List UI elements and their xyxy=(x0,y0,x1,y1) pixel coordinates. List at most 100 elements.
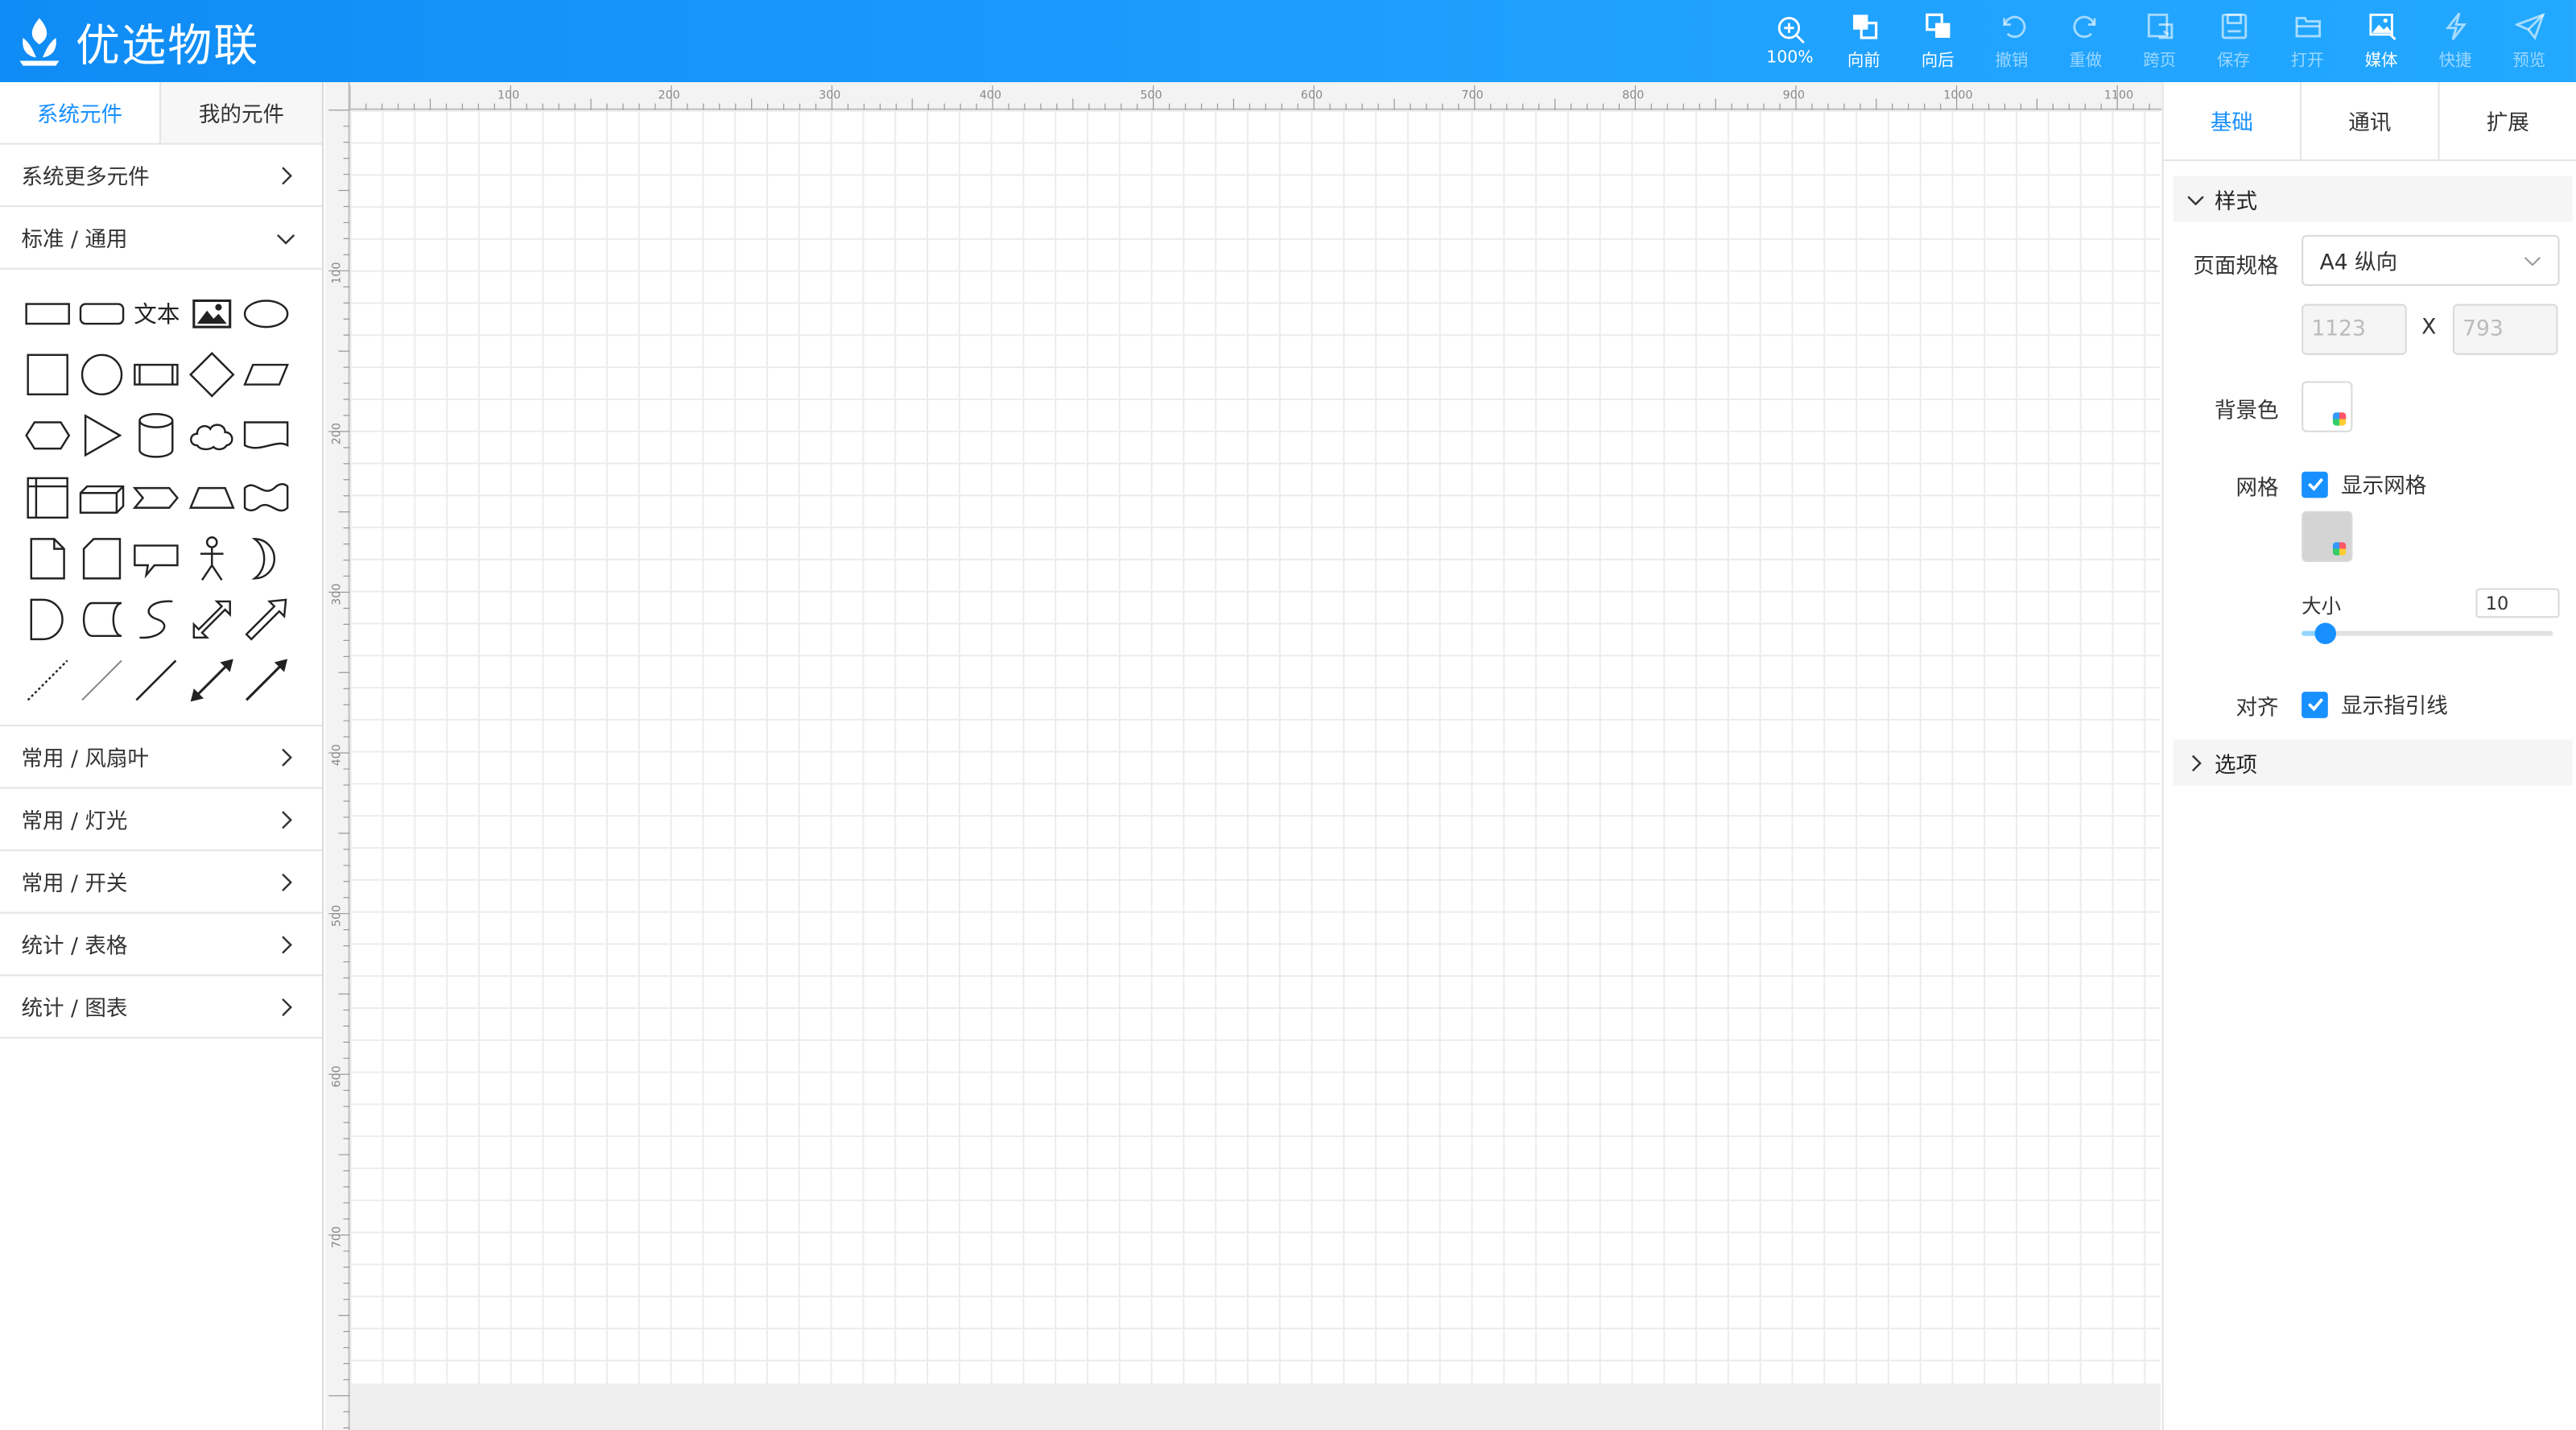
shape-callout[interactable] xyxy=(130,531,184,585)
shape-thin-line[interactable] xyxy=(75,654,130,708)
shape-circle[interactable] xyxy=(75,348,130,402)
shape-trapezoid[interactable] xyxy=(184,470,239,524)
shape-ellipse[interactable] xyxy=(239,286,294,340)
page-size-select[interactable]: A4 纵向 xyxy=(2301,234,2560,287)
save-button[interactable]: 保存 xyxy=(2197,0,2271,82)
chevron-down-icon xyxy=(277,233,295,244)
shape-bidirectional-arrow[interactable] xyxy=(184,593,239,647)
redo-button[interactable]: 重做 xyxy=(2049,0,2123,82)
shape-stored-data[interactable] xyxy=(75,593,130,647)
tape-icon xyxy=(244,482,289,511)
undo-icon xyxy=(2002,15,2025,38)
shape-process[interactable] xyxy=(130,348,184,402)
shape-line[interactable] xyxy=(130,654,184,708)
shape-text[interactable]: 文本 xyxy=(130,286,184,340)
cross-page-button[interactable]: 跨页 xyxy=(2123,0,2197,82)
shape-cube[interactable] xyxy=(75,470,130,524)
shape-document[interactable] xyxy=(239,409,294,463)
preview-button[interactable]: 预览 xyxy=(2492,0,2566,82)
shape-double-arrow-line[interactable] xyxy=(184,654,239,708)
section-style[interactable]: 样式 xyxy=(2173,176,2573,222)
shape-internal-storage[interactable] xyxy=(19,470,74,524)
cloud-icon xyxy=(189,424,233,451)
show-guides-checkbox[interactable]: 显示指引线 xyxy=(2301,688,2448,720)
shape-palette: 文本 xyxy=(0,270,322,727)
tab-basic[interactable]: 基础 xyxy=(2163,82,2301,159)
parallelogram-icon xyxy=(243,363,290,386)
tab-system-components[interactable]: 系统元件 xyxy=(0,82,161,143)
shape-card[interactable] xyxy=(75,531,130,585)
dashed-line-icon xyxy=(27,660,68,702)
shape-image[interactable] xyxy=(184,286,239,340)
chevron-right-icon xyxy=(282,810,292,829)
zoom-button[interactable]: 100% xyxy=(1753,0,1827,82)
shape-triangle[interactable] xyxy=(75,409,130,463)
background-color-label: 背景色 xyxy=(2214,399,2279,424)
category-chart[interactable]: 统计 / 图表 xyxy=(0,976,322,1039)
category-standard-general[interactable]: 标准 / 通用 xyxy=(0,207,322,270)
chevron-down-icon xyxy=(2524,256,2541,267)
ruler-label: 700 xyxy=(330,1226,343,1248)
tab-extension[interactable]: 扩展 xyxy=(2438,82,2576,159)
ruler-label: 100 xyxy=(330,262,343,283)
shape-crescent[interactable] xyxy=(239,531,294,585)
shape-cylinder[interactable] xyxy=(130,409,184,463)
category-light[interactable]: 常用 / 灯光 xyxy=(0,789,322,852)
shape-diamond[interactable] xyxy=(184,348,239,402)
checkbox-checked-icon xyxy=(2301,470,2328,498)
cylinder-icon xyxy=(139,413,175,459)
open-button[interactable]: 打开 xyxy=(2270,0,2344,82)
ruler-label: 800 xyxy=(1622,89,1644,101)
shape-curve[interactable] xyxy=(130,593,184,647)
shape-square[interactable] xyxy=(19,348,74,402)
triangle-icon xyxy=(85,414,122,457)
quick-button[interactable]: 快捷 xyxy=(2418,0,2492,82)
bring-forward-button[interactable]: 向前 xyxy=(1827,0,1901,82)
shape-arrow[interactable] xyxy=(239,593,294,647)
logo-icon xyxy=(19,18,60,66)
shape-rectangle[interactable] xyxy=(19,286,74,340)
shape-cloud[interactable] xyxy=(184,409,239,463)
send-backward-label: 向后 xyxy=(1921,52,1955,71)
grid-color-picker[interactable] xyxy=(2301,510,2353,562)
arrow-line-icon xyxy=(246,659,288,702)
redo-label: 重做 xyxy=(2069,52,2103,71)
shape-arrow-line[interactable] xyxy=(239,654,294,708)
slider-handle[interactable] xyxy=(2314,622,2336,644)
grid-size-slider[interactable] xyxy=(2301,622,2553,644)
category-fan-blade[interactable]: 常用 / 风扇叶 xyxy=(0,726,322,789)
shape-dashed-line[interactable] xyxy=(19,654,74,708)
delay-icon xyxy=(29,598,64,641)
shape-note[interactable] xyxy=(19,531,74,585)
align-label: 对齐 xyxy=(2235,696,2279,721)
stored-data-icon xyxy=(83,602,122,638)
double-arrow-icon xyxy=(192,600,231,639)
tab-communication[interactable]: 通讯 xyxy=(2300,82,2438,159)
shape-step[interactable] xyxy=(130,470,184,524)
preview-send-icon xyxy=(2514,13,2545,40)
send-backward-button[interactable]: 向后 xyxy=(1901,0,1975,82)
undo-button[interactable]: 撤销 xyxy=(1975,0,2049,82)
section-options[interactable]: 选项 xyxy=(2173,739,2573,786)
shape-rounded-rectangle[interactable] xyxy=(75,286,130,340)
shape-parallelogram[interactable] xyxy=(239,348,294,402)
section-title: 选项 xyxy=(2214,753,2258,779)
preview-label: 预览 xyxy=(2512,52,2546,71)
grid-size-input[interactable]: 10 xyxy=(2475,588,2560,618)
media-button[interactable]: 媒体 xyxy=(2344,0,2418,82)
category-switch[interactable]: 常用 / 开关 xyxy=(0,851,322,914)
background-color-picker[interactable] xyxy=(2301,381,2353,432)
tab-my-components[interactable]: 我的元件 xyxy=(160,82,322,143)
actor-icon xyxy=(200,535,224,581)
shape-hexagon[interactable] xyxy=(19,409,74,463)
shape-actor[interactable] xyxy=(184,531,239,585)
category-table[interactable]: 统计 / 表格 xyxy=(0,914,322,977)
page-height-input[interactable]: 793 xyxy=(2452,304,2558,355)
show-grid-checkbox[interactable]: 显示网格 xyxy=(2301,469,2426,499)
page-width-input[interactable]: 1123 xyxy=(2301,304,2407,355)
category-more-system[interactable]: 系统更多元件 xyxy=(0,145,322,208)
drawing-canvas[interactable] xyxy=(349,110,2161,1384)
shape-tape[interactable] xyxy=(239,470,294,524)
shape-delay[interactable] xyxy=(19,593,74,647)
quick-label: 快捷 xyxy=(2438,52,2472,71)
